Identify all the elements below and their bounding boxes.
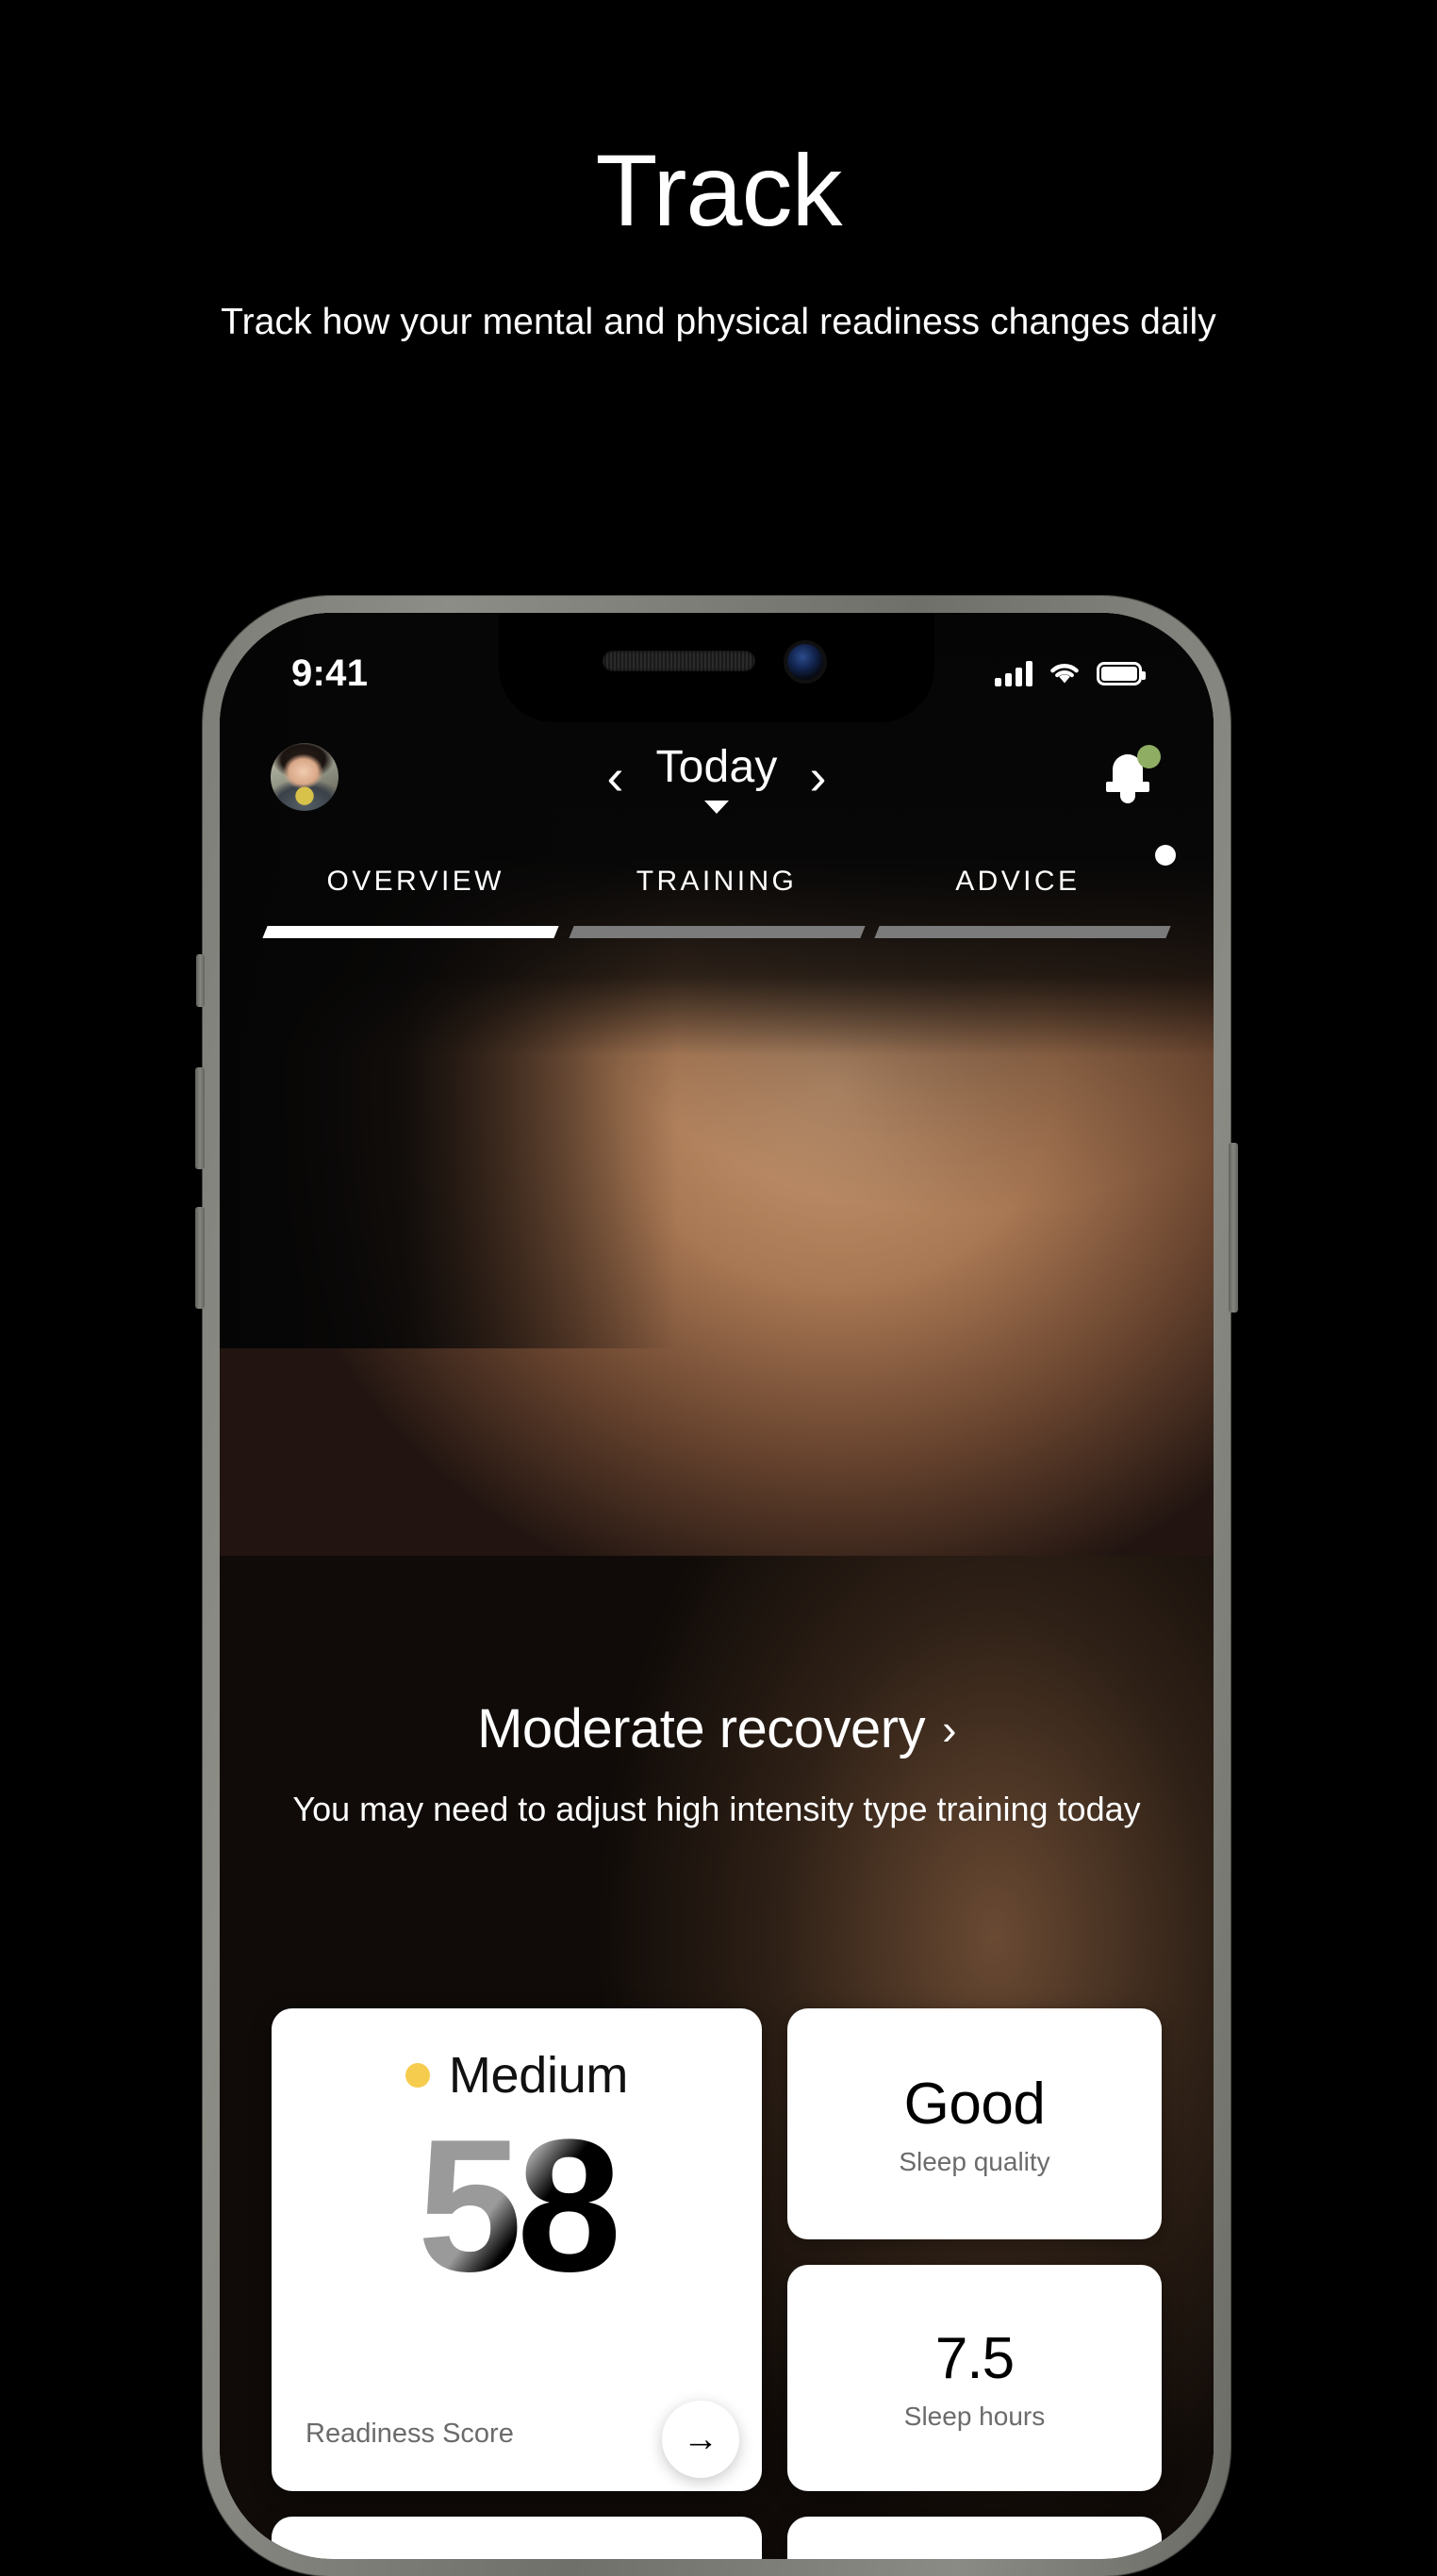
recovery-subtitle: You may need to adjust high intensity ty… <box>292 1790 1141 1828</box>
status-bar-icons <box>995 660 1146 686</box>
battery-full-icon <box>1097 661 1146 685</box>
tab-advice[interactable]: ADVICE <box>867 845 1176 898</box>
metrics-grid: Medium 58 Readiness Score → Training Int… <box>272 2008 1162 2559</box>
notifications-button[interactable] <box>1095 743 1163 811</box>
metrics-column-right: Good Sleep quality 7.5 Sleep hours 45 RH… <box>787 2008 1162 2559</box>
wifi-icon <box>1050 664 1079 684</box>
readiness-status-label: Medium <box>448 2047 629 2104</box>
caret-down-icon <box>704 800 729 814</box>
tab-label: TRAINING <box>636 866 798 897</box>
readiness-score-value: 58 <box>304 2110 730 2303</box>
phone-mockup: 9:41 ‹ Today › OVERVIEW TRAINING ADVICE … <box>195 596 1238 2576</box>
arrow-right-icon[interactable]: → <box>662 2401 739 2478</box>
app-screen: 9:41 ‹ Today › OVERVIEW TRAINING ADVICE … <box>220 613 1214 2559</box>
notification-badge-dot <box>1137 745 1161 768</box>
date-label: Today <box>655 741 778 792</box>
tab-bar: OVERVIEW TRAINING ADVICE <box>220 845 1214 938</box>
chevron-right-icon: › <box>942 1704 956 1754</box>
app-header: ‹ Today › <box>220 726 1214 828</box>
sleep-quality-card[interactable]: Good Sleep quality <box>787 2008 1162 2239</box>
tab-training[interactable]: TRAINING <box>566 866 867 898</box>
rhr-card[interactable]: 45 RHR <box>787 2517 1162 2559</box>
promo-header: Track Track how your mental and physical… <box>0 0 1437 346</box>
phone-screen: 9:41 ‹ Today › OVERVIEW TRAINING ADVICE … <box>220 613 1214 2559</box>
hero-left-scrim <box>220 613 677 1348</box>
recovery-title: Moderate recovery <box>477 1698 926 1759</box>
recovery-title-link[interactable]: Moderate recovery › <box>477 1697 956 1760</box>
tab-underlines-row <box>262 926 1171 938</box>
tab-label: ADVICE <box>955 866 1081 897</box>
tab-underline-training <box>569 926 865 938</box>
sleep-hours-label: Sleep hours <box>903 2401 1046 2431</box>
tab-labels-row: OVERVIEW TRAINING ADVICE <box>265 845 1176 898</box>
promo-subtitle: Track how your mental and physical readi… <box>221 302 1216 342</box>
tab-overview[interactable]: OVERVIEW <box>265 866 566 898</box>
training-intensity-card[interactable]: Training Intensity Med <box>272 2517 762 2559</box>
volume-down-button[interactable] <box>195 1207 205 1309</box>
volume-up-button[interactable] <box>195 1067 205 1169</box>
power-button[interactable] <box>1229 1143 1238 1313</box>
readiness-status-row: Medium <box>304 2046 730 2105</box>
new-advice-dot <box>1154 845 1176 866</box>
sleep-hours-card[interactable]: 7.5 Sleep hours <box>787 2265 1162 2491</box>
sleep-quality-label: Sleep quality <box>899 2147 1050 2176</box>
tab-label: OVERVIEW <box>326 866 504 897</box>
promo-title: Track <box>595 133 843 247</box>
date-navigator: ‹ Today › <box>339 741 1095 814</box>
tab-underline-overview <box>262 926 559 938</box>
date-picker[interactable]: Today <box>655 741 777 814</box>
chevron-left-icon[interactable]: ‹ <box>606 751 623 802</box>
mute-switch-button[interactable] <box>196 954 205 1007</box>
status-bar: 9:41 <box>220 639 1214 707</box>
readiness-score-card[interactable]: Medium 58 Readiness Score → <box>272 2008 762 2491</box>
tab-underline-advice <box>874 926 1171 938</box>
status-bar-clock: 9:41 <box>291 652 369 694</box>
avatar[interactable] <box>271 743 339 811</box>
recovery-headline: Moderate recovery › You may need to adju… <box>220 1697 1214 1833</box>
readiness-score-caption: Readiness Score <box>306 2419 514 2449</box>
chevron-right-icon[interactable]: › <box>810 751 827 802</box>
status-dot-icon <box>405 2063 430 2088</box>
metrics-column-left: Medium 58 Readiness Score → Training Int… <box>272 2008 762 2559</box>
cellular-signal-icon <box>995 660 1032 686</box>
sleep-quality-value: Good <box>903 2072 1046 2137</box>
sleep-hours-value: 7.5 <box>934 2325 1015 2391</box>
